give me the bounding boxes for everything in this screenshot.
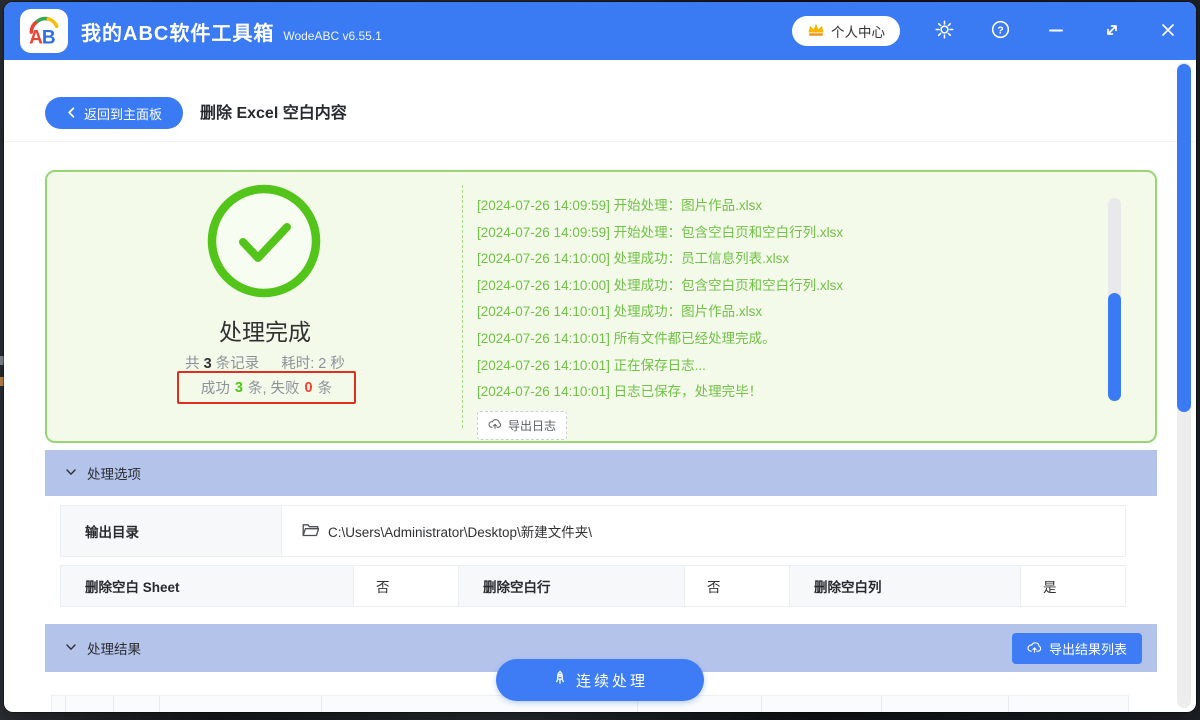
output-directory-path: C:\Users\Administrator\Desktop\新建文件夹\: [328, 525, 593, 540]
option-delete-blank-sheet-value: 否: [354, 566, 459, 606]
chevron-down-icon: [65, 466, 77, 481]
gear-icon: [934, 20, 954, 42]
success-count: 3: [234, 379, 243, 396]
output-directory-label: 输出目录: [61, 506, 282, 556]
log-line: [2024-07-26 14:10:00] 处理成功：包含空白页和空白行列.xl…: [477, 277, 844, 293]
fail-count: 0: [304, 379, 313, 396]
app-logo-icon: A B: [20, 9, 68, 53]
success-fail-highlight-box: 成功 3 条, 失败 0 条: [177, 371, 356, 404]
table-column: [66, 696, 114, 712]
minimize-button[interactable]: [1028, 2, 1084, 60]
close-icon: [1160, 22, 1176, 41]
app-window: A B 我的ABC软件工具箱 WodeABC v6.55.1 个人中心 ? 返回…: [4, 2, 1196, 712]
result-panel: 处理完成 共 3 条记录 耗时: 2 秒 成功 3 条, 失败 0 条 [202…: [45, 170, 1157, 443]
svg-text:?: ?: [997, 24, 1003, 36]
settings-button[interactable]: [916, 2, 972, 60]
results-section-title: 处理结果: [87, 642, 141, 657]
export-results-label: 导出结果列表: [1048, 641, 1127, 657]
log-line: [2024-07-26 14:10:00] 处理成功：员工信息列表.xlsx: [477, 251, 790, 267]
page-title: 删除 Excel 空白内容: [200, 105, 347, 122]
export-log-label: 导出日志: [508, 418, 557, 433]
log-scrollbar[interactable]: [1108, 198, 1121, 401]
option-delete-blank-cols-label: 删除空白列: [790, 566, 1021, 606]
log-line: [2024-07-26 14:09:59] 开始处理：包含空白页和空白行列.xl…: [477, 224, 844, 240]
continue-processing-button[interactable]: 连续处理: [496, 659, 704, 701]
total-count: 3: [203, 356, 212, 372]
output-directory-row: 输出目录 C:\Users\Administrator\Desktop\新建文件…: [60, 505, 1126, 557]
time-spent: 耗时: 2 秒: [281, 356, 345, 372]
rocket-icon: [552, 670, 568, 690]
log-list: [2024-07-26 14:09:59] 开始处理：图片作品.xlsx [20…: [477, 193, 1085, 440]
log-line: [2024-07-26 14:10:01] 日志已保存，处理完毕！: [477, 384, 763, 400]
log-scrollbar-thumb[interactable]: [1108, 293, 1121, 401]
titlebar: A B 我的ABC软件工具箱 WodeABC v6.55.1 个人中心 ?: [4, 2, 1196, 60]
table-column: [762, 696, 882, 712]
log-line: [2024-07-26 14:10:01] 处理成功：图片作品.xlsx: [477, 304, 763, 320]
option-delete-blank-cols-value: 是: [1043, 580, 1057, 595]
table-column: [114, 696, 160, 712]
chevron-left-icon: [66, 106, 77, 121]
resize-diagonal-icon: [1104, 22, 1120, 41]
cloud-export-icon: [1027, 641, 1042, 656]
table-column: [882, 696, 1009, 712]
svg-text:B: B: [42, 28, 56, 47]
options-section-header[interactable]: 处理选项: [45, 450, 1157, 496]
table-column: [52, 696, 66, 712]
help-button[interactable]: ?: [972, 2, 1028, 60]
table-column: [160, 696, 322, 712]
status-title: 处理完成: [219, 319, 311, 345]
export-log-button[interactable]: 导出日志: [477, 410, 568, 440]
crown-icon: [807, 22, 825, 40]
app-version: WodeABC v6.55.1: [283, 28, 382, 43]
back-button-label: 返回到主面板: [83, 106, 162, 122]
question-icon: ?: [991, 20, 1010, 42]
log-line: [2024-07-26 14:10:01] 正在保存日志...: [477, 357, 706, 373]
option-delete-blank-rows-value: 否: [685, 566, 790, 606]
chevron-down-icon: [65, 641, 77, 656]
maximize-button[interactable]: [1084, 2, 1140, 60]
cloud-export-icon: [488, 418, 502, 432]
option-delete-blank-rows-label: 删除空白行: [459, 566, 685, 606]
user-center-button[interactable]: 个人中心: [792, 16, 900, 46]
options-values-row: 删除空白 Sheet 否 删除空白行 否 删除空白列 是: [60, 565, 1126, 607]
titlebar-actions: 个人中心 ?: [792, 2, 1196, 60]
log-line: [2024-07-26 14:09:59] 开始处理：图片作品.xlsx: [477, 198, 763, 213]
options-section-title: 处理选项: [87, 467, 141, 482]
main-scrollbar-thumb[interactable]: [1177, 64, 1191, 412]
option-delete-blank-sheet-label: 删除空白 Sheet: [61, 566, 354, 606]
folder-icon: [302, 523, 320, 540]
status-summary: 共 3 条记录 耗时: 2 秒: [185, 356, 345, 372]
export-results-button[interactable]: 导出结果列表: [1011, 632, 1142, 664]
table-column: [1009, 696, 1128, 712]
divider: [4, 141, 1196, 142]
success-check-icon: [204, 181, 324, 301]
log-line: [2024-07-26 14:10:01] 所有文件都已经处理完成。: [477, 330, 776, 346]
main-scrollbar[interactable]: [1177, 62, 1191, 708]
close-button[interactable]: [1140, 2, 1196, 60]
divider-dashed: [462, 185, 463, 428]
output-directory-value: C:\Users\Administrator\Desktop\新建文件夹\: [282, 506, 1125, 556]
continue-processing-label: 连续处理: [575, 672, 648, 690]
desktop-background: A B 我的ABC软件工具箱 WodeABC v6.55.1 个人中心 ? 返回…: [0, 0, 1200, 720]
app-title: 我的ABC软件工具箱: [81, 22, 275, 45]
minimize-icon: [1048, 22, 1064, 41]
back-to-dashboard-button[interactable]: 返回到主面板: [45, 97, 183, 129]
user-center-label: 个人中心: [831, 25, 885, 40]
